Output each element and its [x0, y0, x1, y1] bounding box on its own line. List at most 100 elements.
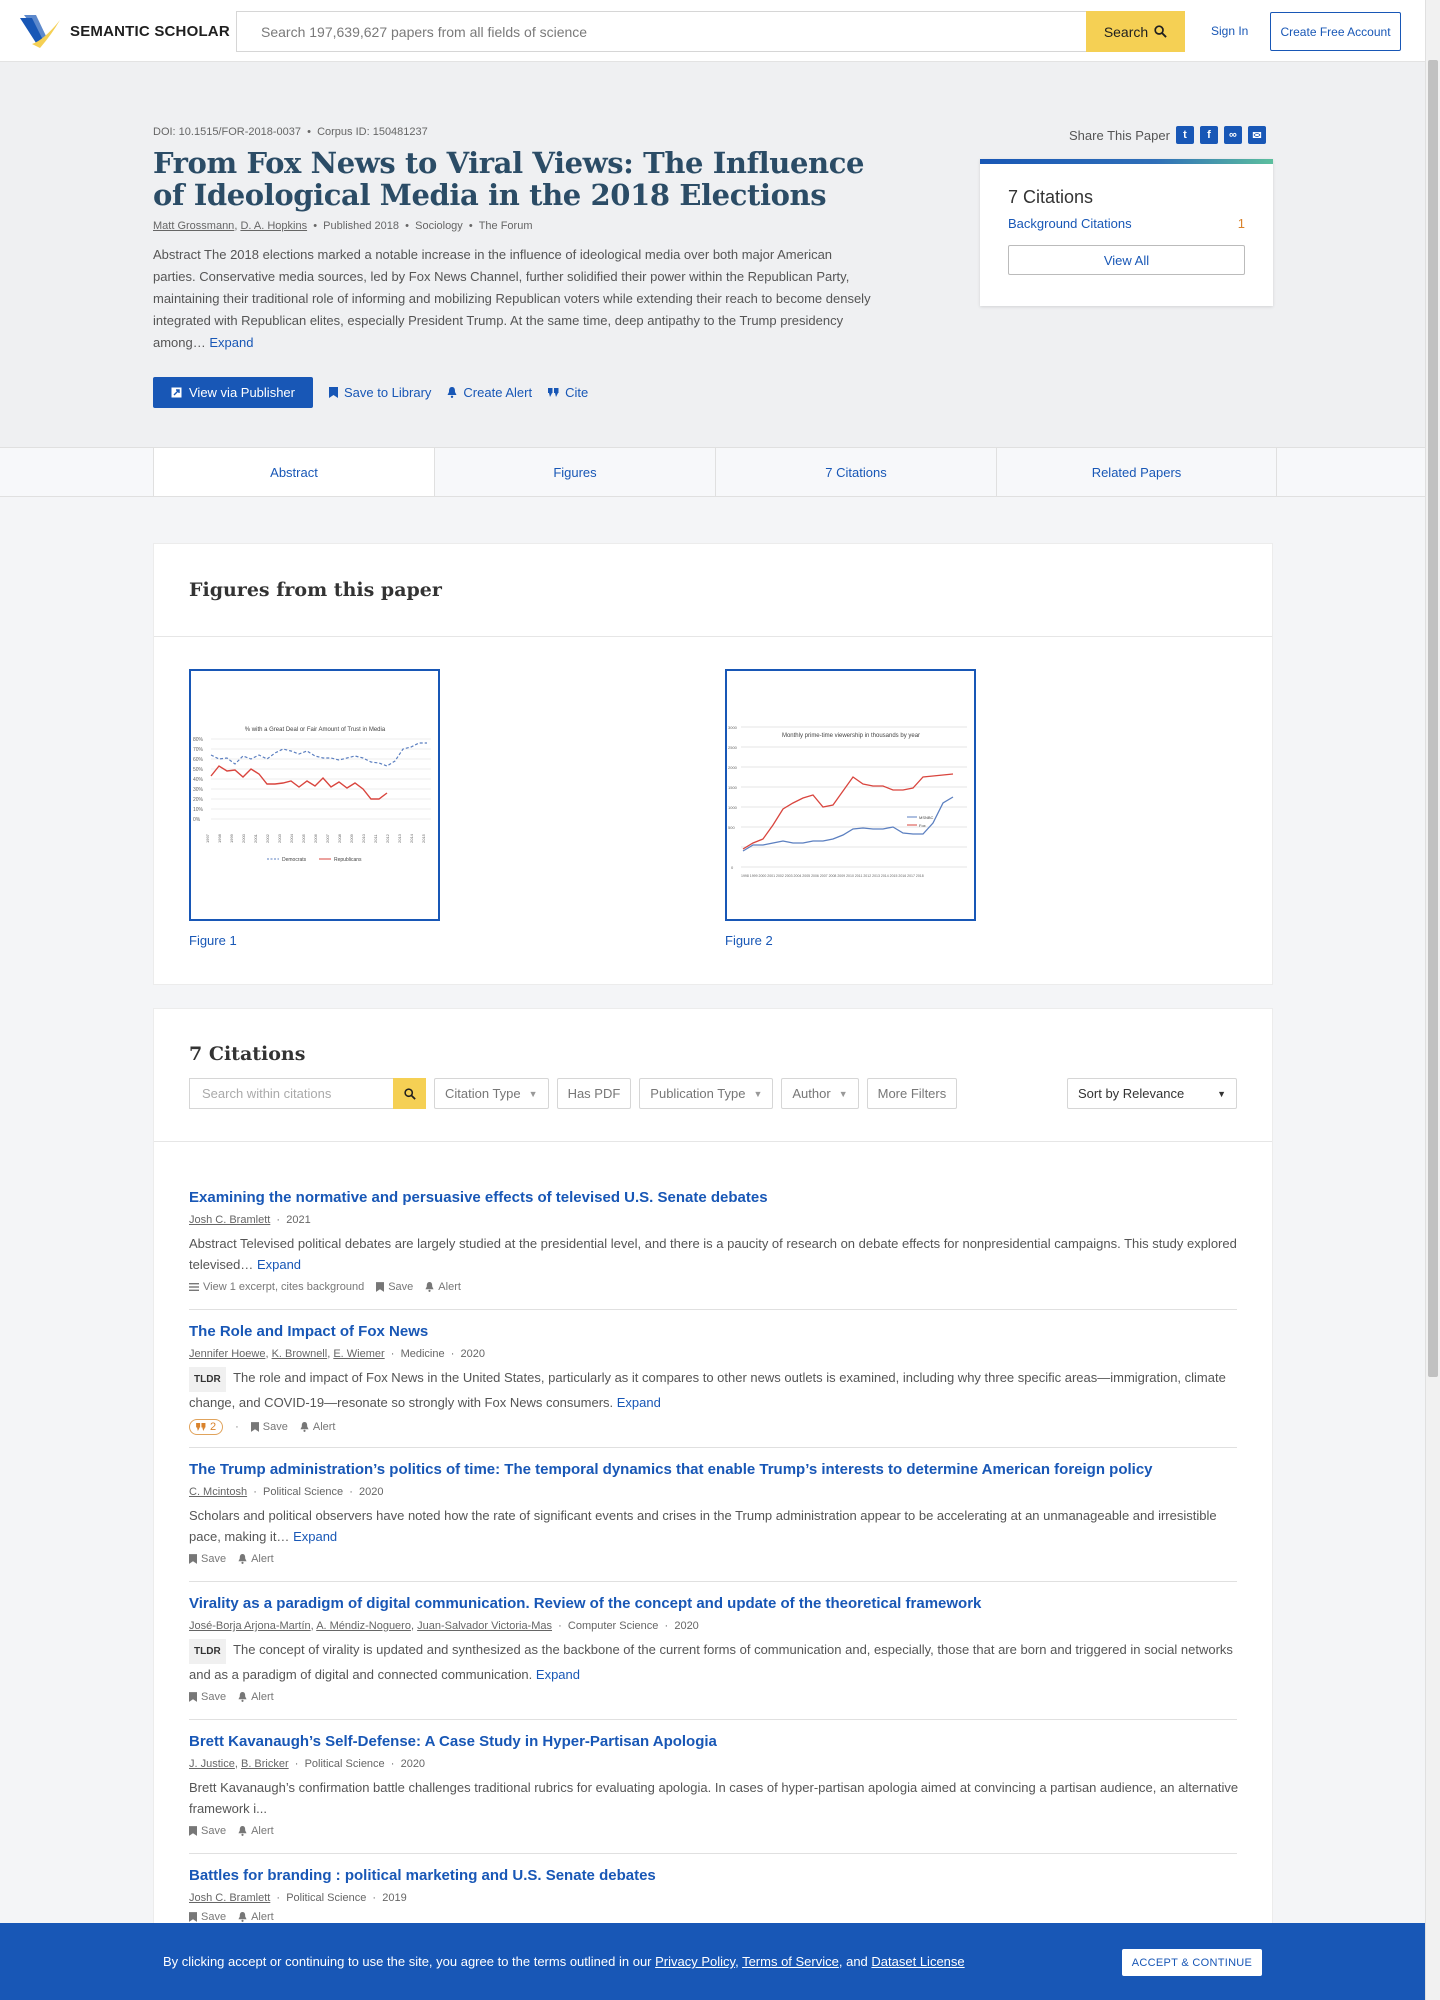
author-link[interactable]: José-Borja Arjona-Martín — [189, 1620, 311, 1632]
save-to-library-button[interactable]: Save to Library — [328, 385, 431, 400]
external-link-icon — [171, 387, 182, 398]
divider — [154, 1141, 1272, 1142]
svg-text:2003: 2003 — [277, 833, 282, 843]
filter-has-pdf[interactable]: Has PDF — [556, 1078, 632, 1109]
citation-year: 2019 — [382, 1892, 407, 1904]
alert-button[interactable]: Alert — [238, 1911, 274, 1923]
svg-text:2013: 2013 — [397, 833, 402, 843]
filter-author[interactable]: Author ▼ — [781, 1078, 859, 1109]
svg-text:1999: 1999 — [229, 833, 234, 843]
alert-button[interactable]: Alert — [238, 1691, 274, 1703]
sign-in-link[interactable]: Sign In — [1211, 24, 1248, 38]
filter-more[interactable]: More Filters — [866, 1078, 958, 1109]
link-icon[interactable]: ∞ — [1223, 126, 1242, 144]
terms-of-service-link[interactable]: Terms of Service — [742, 1954, 839, 1969]
citation-title-link[interactable]: Virality as a paradigm of digital commun… — [189, 1595, 981, 1612]
search-input[interactable] — [236, 11, 1086, 52]
create-account-button[interactable]: Create Free Account — [1270, 12, 1401, 51]
site-logo[interactable]: SEMANTIC SCHOLAR — [18, 12, 230, 50]
figure-2-link[interactable]: Figure 2 — [725, 933, 773, 948]
divider — [189, 1853, 1237, 1854]
author-link[interactable]: Jennifer Hoewe — [189, 1348, 265, 1360]
figure-2-thumbnail[interactable]: Monthly prime-time viewership in thousan… — [725, 669, 976, 921]
twitter-icon[interactable]: t — [1175, 126, 1194, 144]
doi[interactable]: DOI: 10.1515/FOR-2018-0037 — [153, 126, 301, 138]
author-link[interactable]: J. Justice — [189, 1758, 235, 1770]
expand-abstract-link[interactable]: Expand — [209, 335, 253, 350]
create-alert-button[interactable]: Create Alert — [447, 385, 532, 400]
tab-citations[interactable]: 7 Citations — [715, 448, 996, 496]
excerpt-label: View 1 excerpt, cites background — [203, 1281, 365, 1293]
save-button[interactable]: Save — [376, 1281, 413, 1293]
tab-related-papers[interactable]: Related Papers — [996, 448, 1277, 496]
figure-1-legend-republicans: Republicans — [334, 857, 362, 863]
citation-title-link[interactable]: Examining the normative and persuasive e… — [189, 1189, 768, 1206]
alert-button[interactable]: Alert — [238, 1825, 274, 1837]
citation-search-button[interactable] — [393, 1078, 426, 1109]
alert-button[interactable]: Alert — [425, 1281, 461, 1293]
accept-continue-button[interactable]: ACCEPT & CONTINUE — [1122, 1949, 1262, 1976]
scrollbar-thumb[interactable] — [1428, 60, 1438, 1377]
facebook-icon[interactable]: f — [1199, 126, 1218, 144]
svg-text:2001: 2001 — [253, 833, 258, 843]
author-link[interactable]: A. Méndiz-Noguero — [316, 1620, 411, 1632]
citation-title-link[interactable]: Brett Kavanaugh’s Self-Defense: A Case S… — [189, 1733, 717, 1750]
author-link[interactable]: B. Bricker — [241, 1758, 289, 1770]
bookmark-icon — [328, 387, 338, 398]
view-all-citations-button[interactable]: View All — [1008, 245, 1245, 275]
expand-link[interactable]: Expand — [536, 1667, 580, 1682]
svg-text:1997: 1997 — [205, 833, 210, 843]
figure-1-thumbnail[interactable]: % with a Great Deal or Fair Amount of Tr… — [189, 669, 440, 921]
alert-button[interactable]: Alert — [300, 1421, 336, 1433]
svg-text:1000: 1000 — [728, 805, 738, 810]
author-link[interactable]: D. A. Hopkins — [240, 220, 307, 232]
citation-title-link[interactable]: The Trump administration’s politics of t… — [189, 1461, 1153, 1478]
svg-text:2010: 2010 — [361, 833, 366, 843]
save-button[interactable]: Save — [189, 1825, 226, 1837]
expand-link[interactable]: Expand — [293, 1529, 337, 1544]
sort-dropdown[interactable]: Sort by Relevance ▼ — [1067, 1078, 1237, 1109]
author-link[interactable]: K. Brownell — [272, 1348, 328, 1360]
figure-1-link[interactable]: Figure 1 — [189, 933, 237, 948]
citation-field: Computer Science — [567, 1620, 659, 1632]
view-excerpt-button[interactable]: View 1 excerpt, cites background — [189, 1281, 364, 1293]
expand-link[interactable]: Expand — [257, 1257, 301, 1272]
page-scrollbar[interactable] — [1425, 0, 1440, 2000]
author-link[interactable]: Matt Grossmann — [153, 220, 234, 232]
author-link[interactable]: E. Wiemer — [333, 1348, 384, 1360]
citation-count-badge[interactable]: 2 — [189, 1419, 224, 1435]
dataset-license-link[interactable]: Dataset License — [871, 1954, 964, 1969]
citation-title-link[interactable]: The Role and Impact of Fox News — [189, 1323, 428, 1340]
citations-heading: 7 Citations — [189, 1043, 306, 1065]
filter-citation-type[interactable]: Citation Type ▼ — [434, 1078, 549, 1109]
citations-card: 7 Citations Citation Type ▼ Has PDF Publi… — [153, 1008, 1273, 2000]
tab-abstract[interactable]: Abstract — [153, 448, 434, 496]
privacy-policy-link[interactable]: Privacy Policy — [655, 1954, 735, 1969]
citation-search-input[interactable] — [189, 1078, 393, 1109]
svg-text:50%: 50% — [193, 767, 204, 773]
email-icon[interactable]: ✉ — [1247, 126, 1266, 144]
citation-meta: C. Mcintosh · Political Science · 2020 — [189, 1486, 384, 1498]
save-button[interactable]: Save — [250, 1421, 288, 1433]
publication-date: Published 2018 — [323, 220, 400, 232]
tab-figures[interactable]: Figures — [434, 448, 715, 496]
save-button[interactable]: Save — [189, 1691, 226, 1703]
save-button[interactable]: Save — [189, 1911, 226, 1923]
author-link[interactable]: Josh C. Bramlett — [189, 1214, 270, 1226]
figure-1-legend-democrats: Democrats — [282, 857, 307, 863]
citation-meta: Jennifer Hoewe, K. Brownell, E. Wiemer ·… — [189, 1348, 485, 1360]
view-via-publisher-button[interactable]: View via Publisher — [153, 377, 313, 408]
citation-title-link[interactable]: Battles for branding : political marketi… — [189, 1867, 656, 1884]
filter-publication-type[interactable]: Publication Type ▼ — [639, 1078, 774, 1109]
save-button[interactable]: Save — [189, 1553, 226, 1565]
svg-text:60%: 60% — [193, 757, 204, 763]
alert-button[interactable]: Alert — [238, 1553, 274, 1565]
author-link[interactable]: C. Mcintosh — [189, 1486, 247, 1498]
author-link[interactable]: Juan-Salvador Victoria-Mas — [417, 1620, 552, 1632]
author-link[interactable]: Josh C. Bramlett — [189, 1892, 270, 1904]
cite-button[interactable]: Cite — [548, 385, 588, 400]
expand-link[interactable]: Expand — [617, 1395, 661, 1410]
background-citations-link[interactable]: Background Citations — [1008, 216, 1132, 231]
search-button[interactable]: Search — [1086, 11, 1185, 52]
citation-item: The Trump administration’s politics of t… — [189, 1461, 1239, 1565]
